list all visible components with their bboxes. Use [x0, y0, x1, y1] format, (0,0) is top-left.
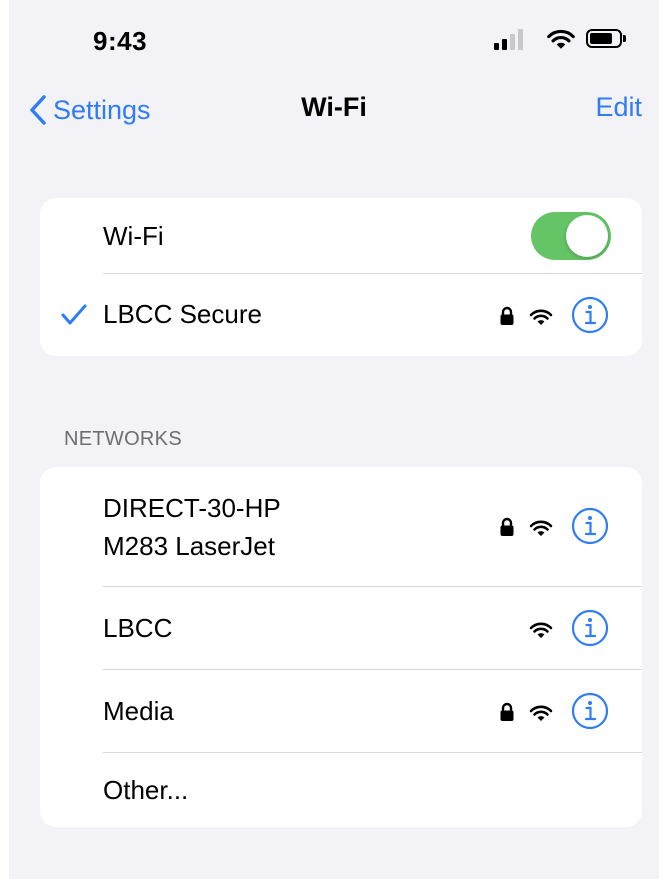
info-icon[interactable]: [571, 609, 609, 647]
network-name: LBCC: [103, 613, 173, 643]
wifi-signal-icon: [529, 309, 553, 325]
battery-icon: [586, 29, 622, 48]
wifi-toggle[interactable]: [531, 212, 611, 260]
network-row[interactable]: Media: [40, 670, 642, 752]
network-row[interactable]: LBCC: [40, 587, 642, 669]
cellular-signal-icon: [494, 28, 534, 50]
status-time: 9:43: [93, 26, 148, 56]
connected-network-row[interactable]: LBCC Secure: [40, 274, 642, 356]
network-name-line1: DIRECT-30-HP: [103, 493, 281, 523]
info-icon[interactable]: [571, 692, 609, 730]
wifi-signal-icon: [529, 520, 553, 536]
toggle-knob: [566, 215, 608, 257]
lock-icon: [500, 517, 514, 536]
wifi-toggle-row: Wi-Fi: [40, 198, 642, 274]
networks-section-header: NETWORKS: [64, 428, 182, 450]
checkmark-icon: [61, 304, 87, 325]
wifi-card: Wi-Fi LBCC Secure: [40, 198, 642, 356]
info-icon[interactable]: [571, 507, 609, 545]
network-row[interactable]: DIRECT-30-HP M283 LaserJet: [40, 467, 642, 586]
lock-icon: [500, 306, 514, 325]
connected-network-name: LBCC Secure: [103, 299, 262, 329]
page-title: Wi-Fi: [301, 92, 367, 122]
networks-card: DIRECT-30-HP M283 LaserJet LBCC Media Ot…: [40, 467, 642, 827]
wifi-signal-icon: [529, 622, 553, 638]
network-name-line2: M283 LaserJet: [103, 531, 275, 561]
other-network-label: Other...: [103, 775, 189, 805]
info-icon[interactable]: [571, 296, 609, 334]
wifi-signal-icon: [529, 705, 553, 721]
network-name: Media: [103, 696, 174, 726]
lock-icon: [500, 702, 514, 721]
edit-button[interactable]: Edit: [595, 92, 642, 123]
wifi-settings-screen: 9:43 Settings Wi-Fi Edit Wi-Fi LBCC Secu…: [9, 0, 659, 879]
other-network-row[interactable]: Other...: [40, 753, 642, 827]
wifi-toggle-label: Wi-Fi: [103, 221, 164, 251]
wifi-status-icon: [547, 29, 575, 49]
